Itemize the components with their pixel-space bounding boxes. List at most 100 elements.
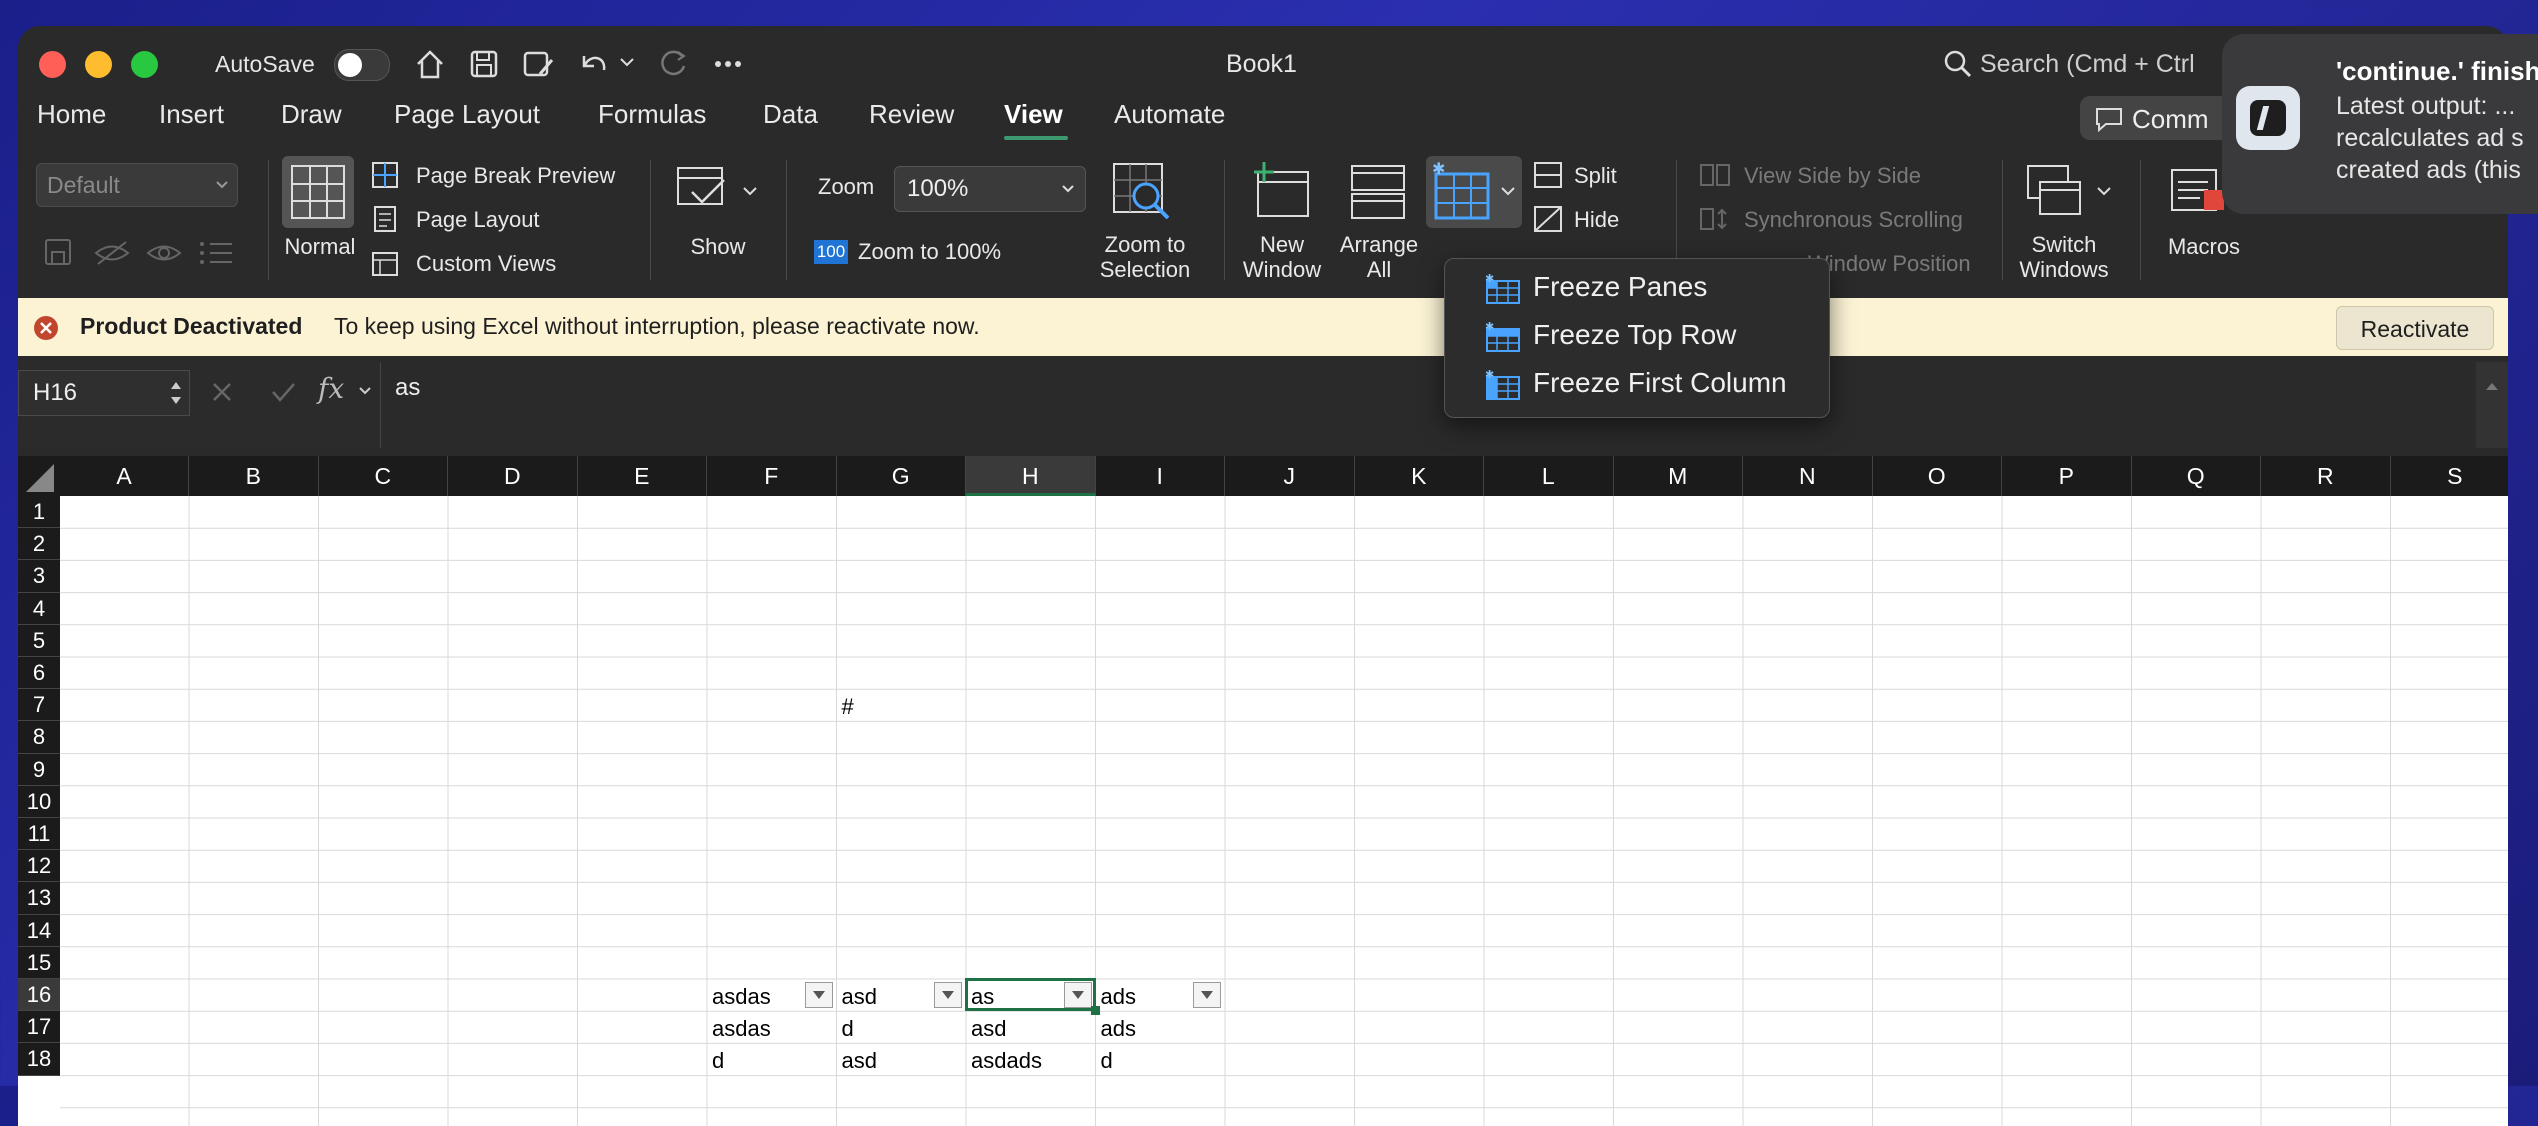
tab-page-layout[interactable]: Page Layout	[394, 99, 540, 130]
column-header-p[interactable]: P	[2002, 456, 2132, 496]
arrange-all-icon[interactable]	[1346, 160, 1410, 224]
enter-icon[interactable]	[270, 380, 296, 404]
row-header-9[interactable]: 9	[18, 753, 60, 786]
menu-item-freeze-panes[interactable]: ✱ Freeze Panes	[1445, 265, 1829, 311]
cell-i16[interactable]: ads	[1101, 984, 1136, 1010]
hide-button[interactable]: Hide	[1574, 207, 1619, 233]
split-button[interactable]: Split	[1574, 163, 1617, 189]
reactivate-button[interactable]: Reactivate	[2336, 306, 2494, 350]
switch-windows-icon[interactable]	[2022, 160, 2086, 224]
row-header-1[interactable]: 1	[18, 496, 60, 529]
cancel-icon[interactable]	[210, 380, 234, 404]
save-icon[interactable]	[466, 46, 502, 82]
custom-views-button[interactable]: Custom Views	[416, 251, 556, 277]
filter-dropdown-i16[interactable]	[1193, 982, 1221, 1008]
zoom-to-100-button[interactable]: Zoom to 100%	[858, 239, 1001, 265]
row-header-2[interactable]: 2	[18, 528, 60, 561]
row-header-3[interactable]: 3	[18, 560, 60, 593]
page-break-preview-button[interactable]: Page Break Preview	[416, 163, 615, 189]
search-box[interactable]: Search (Cmd + Ctrl + U)	[1980, 50, 2200, 84]
column-header-i[interactable]: I	[1095, 456, 1225, 496]
comments-button[interactable]: Comm	[2080, 96, 2230, 140]
row-header-16[interactable]: 16	[18, 979, 60, 1012]
worksheet-grid[interactable]: ABCDEFGHIJKLMNOPQRS 1 2 3 4 5 6 7 8 9 10 11 12 13 14 1…	[18, 456, 2508, 1126]
column-header-j[interactable]: J	[1225, 456, 1355, 496]
column-header-r[interactable]: R	[2261, 456, 2391, 496]
cell-i17[interactable]: ads	[1101, 1016, 1136, 1042]
row-header-12[interactable]: 12	[18, 850, 60, 883]
formula-input[interactable]: as	[380, 362, 2471, 448]
row-header-15[interactable]: 15	[18, 946, 60, 979]
row-header-14[interactable]: 14	[18, 914, 60, 947]
switch-windows-chevron-icon[interactable]	[2096, 186, 2112, 198]
column-header-g[interactable]: G	[836, 456, 966, 496]
zoom-select[interactable]: 100%	[894, 166, 1086, 212]
arrange-all-label[interactable]: Arrange All	[1334, 232, 1424, 282]
row-header-13[interactable]: 13	[18, 882, 60, 915]
column-header-d[interactable]: D	[448, 456, 578, 496]
column-header-e[interactable]: E	[577, 456, 707, 496]
zoom-window-button[interactable]	[131, 51, 158, 78]
cell-g16[interactable]: asd	[842, 984, 877, 1010]
tab-review[interactable]: Review	[869, 99, 954, 130]
minimize-window-button[interactable]	[85, 51, 112, 78]
close-window-button[interactable]	[39, 51, 66, 78]
autosave-toggle[interactable]	[334, 49, 390, 81]
page-layout-button[interactable]: Page Layout	[416, 207, 540, 233]
new-window-label[interactable]: New Window	[1240, 232, 1324, 282]
menu-item-freeze-top-row[interactable]: ✱ Freeze Top Row	[1445, 313, 1829, 359]
synchronous-scrolling-button[interactable]: Synchronous Scrolling	[1744, 207, 1963, 233]
name-box[interactable]: H16	[18, 370, 190, 416]
new-window-icon[interactable]	[1250, 160, 1314, 224]
cell-f16[interactable]: asdas	[712, 984, 771, 1010]
column-header-s[interactable]: S	[2390, 456, 2508, 496]
tab-data[interactable]: Data	[763, 99, 818, 130]
column-header-f[interactable]: F	[707, 456, 837, 496]
macros-icon[interactable]	[2166, 160, 2230, 224]
column-header-o[interactable]: O	[1872, 456, 2002, 496]
view-side-by-side-button[interactable]: View Side by Side	[1744, 163, 1921, 189]
row-header-6[interactable]: 6	[18, 657, 60, 690]
cell-g18[interactable]: asd	[842, 1048, 877, 1074]
cell-g7[interactable]: #	[842, 694, 854, 720]
fill-handle[interactable]	[1090, 1006, 1100, 1016]
column-header-k[interactable]: K	[1354, 456, 1484, 496]
switch-windows-label[interactable]: Switch Windows	[2014, 232, 2114, 282]
tab-draw[interactable]: Draw	[281, 99, 342, 130]
column-header-n[interactable]: N	[1743, 456, 1873, 496]
show-icon[interactable]	[674, 162, 734, 218]
row-header-17[interactable]: 17	[18, 1011, 60, 1044]
formula-bar-expand-button[interactable]	[2476, 362, 2508, 448]
column-header-m[interactable]: M	[1613, 456, 1743, 496]
sheet-view-select[interactable]: Default	[36, 163, 238, 207]
row-header-11[interactable]: 11	[18, 818, 60, 851]
cell-f18[interactable]: d	[712, 1048, 724, 1074]
column-header-l[interactable]: L	[1484, 456, 1614, 496]
row-header-4[interactable]: 4	[18, 592, 60, 625]
row-header-5[interactable]: 5	[18, 624, 60, 657]
tab-formulas[interactable]: Formulas	[598, 99, 706, 130]
cell-g17[interactable]: d	[842, 1016, 854, 1042]
row-header-18[interactable]: 18	[18, 1043, 60, 1076]
undo-icon[interactable]	[576, 46, 612, 82]
redo-icon[interactable]	[654, 46, 690, 82]
notification-toast[interactable]: 'continue.' finish Latest output: ... re…	[2222, 34, 2538, 214]
show-chevron-down-icon[interactable]	[742, 186, 758, 198]
column-header-c[interactable]: C	[318, 456, 448, 496]
column-header-h[interactable]: H	[966, 456, 1096, 496]
more-options-icon[interactable]	[710, 46, 746, 82]
tab-automate[interactable]: Automate	[1114, 99, 1225, 130]
chevron-down-icon[interactable]	[358, 386, 372, 396]
select-all-button[interactable]	[18, 456, 60, 496]
filter-dropdown-f16[interactable]	[804, 982, 833, 1008]
home-icon[interactable]	[412, 46, 448, 82]
filter-dropdown-g16[interactable]	[934, 982, 962, 1008]
save-as-icon[interactable]	[520, 46, 556, 82]
undo-dropdown-chevron-icon[interactable]	[618, 56, 636, 70]
column-header-b[interactable]: B	[189, 456, 319, 496]
cell-f17[interactable]: asdas	[712, 1016, 771, 1042]
zoom-to-selection-label[interactable]: Zoom to Selection	[1090, 232, 1200, 282]
freeze-panes-button[interactable]: ✱	[1426, 156, 1522, 228]
insert-function-button[interactable]: fx	[318, 372, 344, 405]
column-header-a[interactable]: A	[60, 456, 189, 496]
